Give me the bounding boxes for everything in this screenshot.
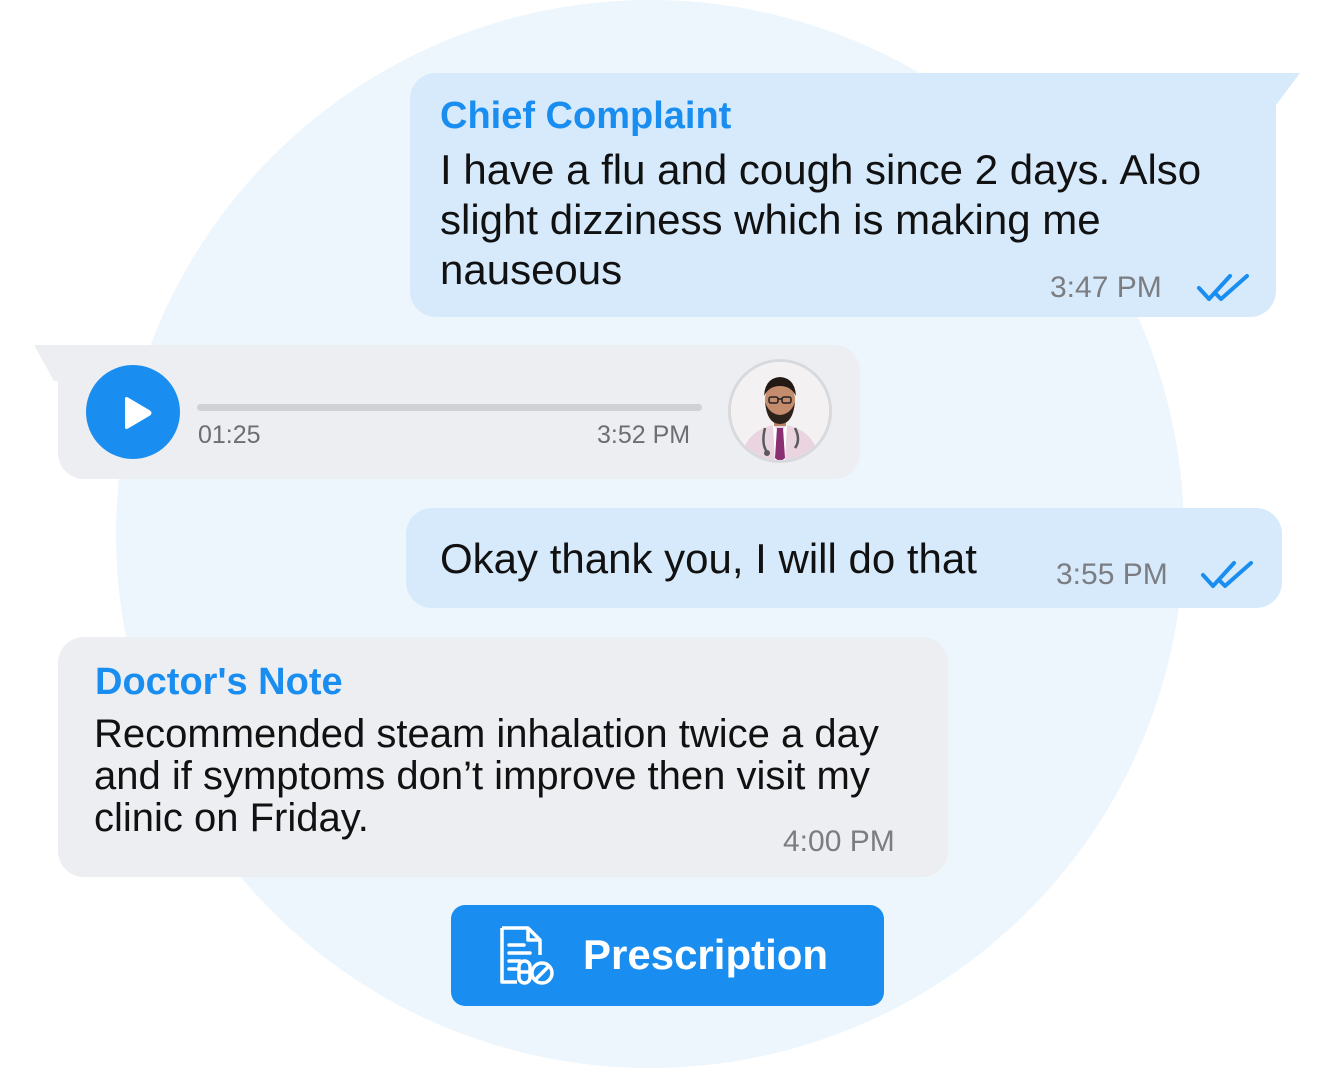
message-text: Okay thank you, I will do that	[440, 535, 977, 582]
message-time: 3:52 PM	[597, 421, 691, 449]
message-time: 3:47 PM	[1050, 271, 1162, 304]
prescription-button-label: Prescription	[583, 931, 829, 978]
chat-screen: Chief Complaint I have a flu and cough s…	[0, 0, 1334, 1078]
double-check-icon	[1201, 561, 1253, 588]
play-button[interactable]	[86, 365, 180, 459]
prescription-button[interactable]: Prescription	[451, 905, 884, 1006]
play-icon	[125, 397, 152, 429]
doctor-avatar-icon	[731, 362, 829, 460]
message-title: Chief Complaint	[440, 95, 732, 137]
audio-duration: 01:25	[198, 421, 261, 449]
double-check-icon	[1197, 274, 1249, 301]
prescription-icon	[500, 926, 554, 985]
message-text: Recommended steam inhalation twice a day…	[94, 712, 879, 840]
doctor-avatar[interactable]	[728, 359, 832, 463]
message-title: Doctor's Note	[95, 661, 343, 703]
message-time: 4:00 PM	[783, 825, 895, 858]
message-time: 3:55 PM	[1056, 558, 1168, 591]
voice-message: 01:25 3:52 PM	[58, 345, 860, 479]
doctors-note-message[interactable]: Doctor's Note Recommended steam inhalati…	[58, 637, 948, 877]
reply-message[interactable]: Okay thank you, I will do that 3:55 PM	[406, 508, 1282, 608]
audio-progress-track[interactable]	[197, 404, 702, 411]
chief-complaint-message[interactable]: Chief Complaint I have a flu and cough s…	[410, 73, 1276, 317]
